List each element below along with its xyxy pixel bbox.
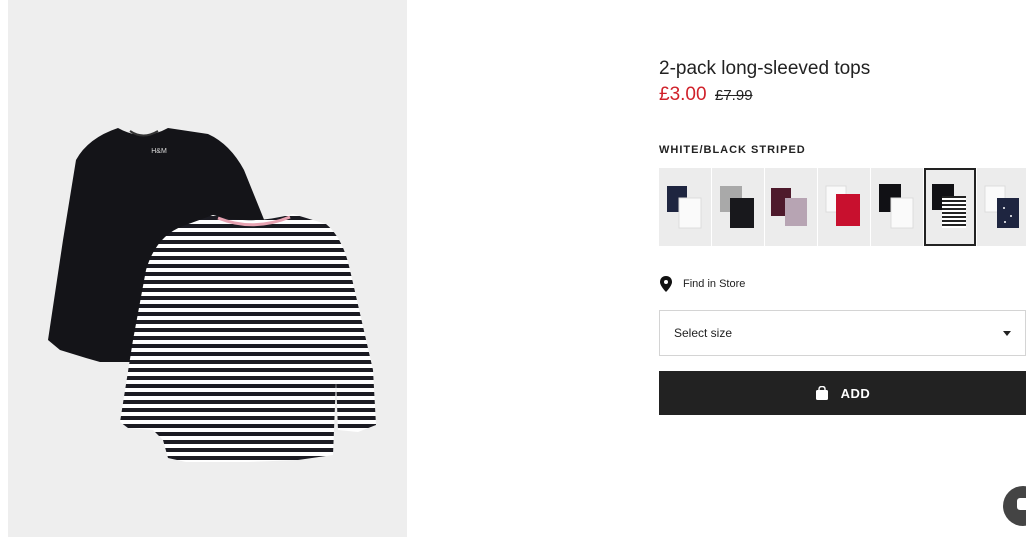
add-to-bag-button[interactable]: ADD (659, 371, 1026, 415)
find-in-store-label: Find in Store (683, 278, 746, 290)
swatch-white-navy-dotted[interactable] (977, 168, 1026, 246)
location-pin-icon (660, 276, 672, 292)
swatch-burgundy-lilac[interactable] (765, 168, 817, 246)
swatch-grey-black[interactable] (712, 168, 764, 246)
sale-price: £3.00 (659, 84, 707, 105)
caret-down-icon (1003, 331, 1011, 336)
swatch-black-white[interactable] (871, 168, 923, 246)
find-in-store-link[interactable]: Find in Store (659, 276, 745, 292)
swatch-navy-white[interactable] (659, 168, 711, 246)
product-page: H&M 2-pack long-sleeved tops £3.00 £7.99… (0, 0, 1026, 537)
product-info: 2-pack long-sleeved tops £3.00 £7.99 WHI… (659, 0, 1026, 537)
price-row: £3.00 £7.99 (659, 84, 753, 106)
original-price: £7.99 (715, 87, 753, 104)
shopping-bag-icon (815, 386, 828, 400)
size-selector[interactable]: Select size (659, 310, 1026, 356)
add-button-label: ADD (840, 385, 871, 401)
swatch-white-red[interactable] (818, 168, 870, 246)
product-title: 2-pack long-sleeved tops (659, 58, 871, 79)
chat-icon (1017, 498, 1026, 510)
striped-top (120, 214, 376, 462)
size-selector-label: Select size (674, 326, 733, 340)
label-text: H&M (151, 148, 167, 155)
selected-color-name: WHITE/BLACK STRIPED (659, 144, 806, 156)
product-photo: H&M (48, 128, 376, 462)
swatch-black-striped[interactable] (924, 168, 976, 246)
product-image: H&M (8, 0, 407, 537)
color-swatches (659, 168, 1026, 246)
